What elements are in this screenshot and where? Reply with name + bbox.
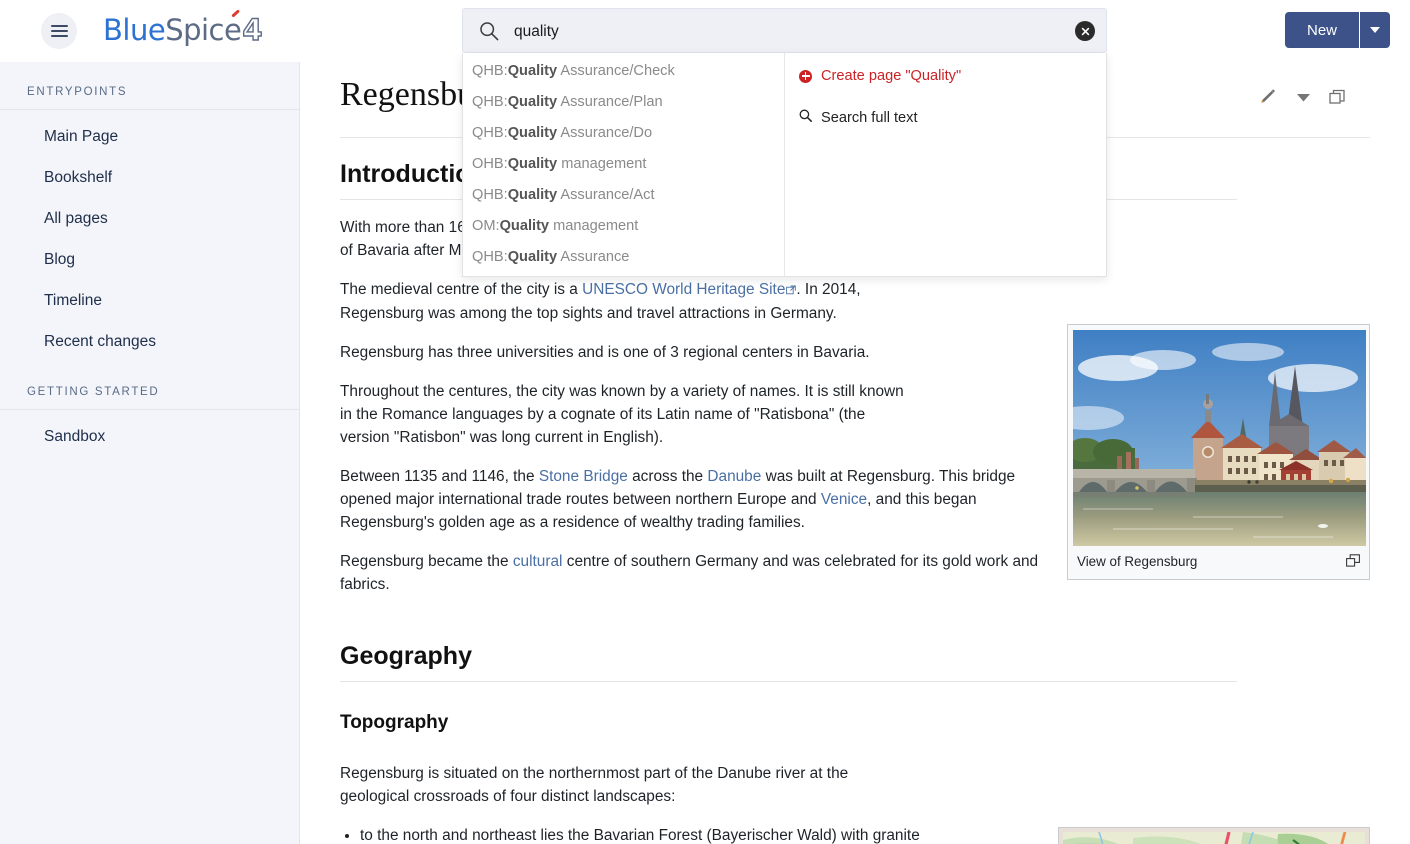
enlarge-icon[interactable] [1346,554,1360,571]
heading-topography: Topography [340,712,449,733]
sidebar-item-timeline[interactable]: Timeline [0,280,299,321]
sidebar: ENTRYPOINTS Main Page Bookshelf All page… [0,62,300,844]
paragraph-intro-4: Throughout the centures, the city was kn… [340,383,904,446]
new-dropdown-button[interactable] [1359,12,1390,48]
sidebar-item-sandbox[interactable]: Sandbox [0,416,299,457]
bluespice-logo[interactable]: BlueSpice 4 [103,9,264,48]
link-venice[interactable]: Venice [821,491,867,508]
sidebar-item-all-pages[interactable]: All pages [0,198,299,239]
search-box[interactable] [462,8,1107,54]
new-button-group[interactable]: New [1284,12,1390,48]
sidebar-item-bookshelf[interactable]: Bookshelf [0,157,299,198]
page-tools [1256,86,1346,108]
link-cultural[interactable]: cultural [513,553,563,570]
search-suggestions-dropdown: QHB:Quality Assurance/Check QHB:Quality … [462,53,1107,277]
new-button[interactable]: New [1284,12,1359,48]
search-icon [479,21,499,41]
suggestion-item[interactable]: QHB:Quality Assurance/Plan [463,87,784,118]
logo-text-spice: Spice [165,9,242,47]
suggestion-item[interactable]: QHB:Quality Assurance/Do [463,118,784,149]
list-item: to the north and northeast lies the Bava… [360,824,932,844]
sidebar-item-recent-changes[interactable]: Recent changes [0,321,299,362]
hamburger-icon [50,22,68,40]
duplicate-icon[interactable] [1329,89,1346,106]
heading-geography: Geography [340,642,1237,682]
link-stone-bridge[interactable]: Stone Bridge [539,468,628,485]
sidebar-item-blog[interactable]: Blog [0,239,299,280]
menu-toggle-button[interactable] [41,13,77,49]
paragraph-intro-6: Regensburg became the cultural centre of… [340,553,1039,593]
map-canvas[interactable]: Regenstauf + − [1063,832,1365,844]
landscapes-list: to the north and northeast lies the Bava… [360,824,932,844]
external-link-icon [786,279,797,302]
sidebar-section-title: ENTRYPOINTS [0,62,299,110]
suggestion-item[interactable]: OM:Quality management [463,211,784,242]
logo-text-four: 4 [242,12,264,47]
create-page-label: Create page "Quality" [821,68,962,84]
image-thumbnail: View of Regensburg [1067,324,1370,580]
sidebar-section-entrypoints: ENTRYPOINTS Main Page Bookshelf All page… [0,62,299,362]
chevron-down-icon [1370,27,1380,33]
search-small-icon [799,108,812,128]
search-area: QHB:Quality Assurance/Check QHB:Quality … [462,8,1107,277]
clear-search-button[interactable] [1075,21,1095,41]
sidebar-section-getting-started: GETTING STARTED Sandbox [0,362,299,457]
map-widget[interactable]: Regenstauf + − [1058,827,1370,844]
sidebar-item-main-page[interactable]: Main Page [0,116,299,157]
edit-pencil-icon[interactable] [1256,86,1278,108]
thumbnail-caption: View of Regensburg [1068,546,1369,579]
paragraph-intro-5: Between 1135 and 1146, the Stone Bridge … [340,468,1016,531]
search-actions: Create page "Quality" Search full text [785,53,1106,276]
paragraph-topography-1: Regensburg is situated on the northernmo… [340,765,849,805]
search-full-text-label: Search full text [821,110,918,126]
search-full-text-action[interactable]: Search full text [785,102,1106,134]
regensburg-photo[interactable] [1073,330,1366,546]
tools-chevron-down-icon[interactable] [1297,93,1310,102]
suggestion-item[interactable]: QHB:Quality Assurance/Act [463,180,784,211]
suggestion-item[interactable]: OHB:Quality management [463,149,784,180]
suggestion-item[interactable]: QHB:Quality Assurance [463,242,784,273]
logo-text-blue: Blue [103,13,166,47]
suggestion-item[interactable]: QHB:Quality Assurance/Check [463,56,784,87]
search-input[interactable] [514,9,1034,54]
paragraph-intro-3: Regensburg has three universities and is… [340,344,870,361]
suggestion-list: QHB:Quality Assurance/Check QHB:Quality … [463,53,785,276]
thumbnail-caption-text: View of Regensburg [1077,554,1198,569]
link-unesco-world-heritage-site[interactable]: UNESCO World Heritage Site [582,281,785,298]
paragraph-intro-2: The medieval centre of the city is a UNE… [340,279,861,322]
sidebar-section-title: GETTING STARTED [0,362,299,410]
link-danube[interactable]: Danube [707,468,761,485]
plus-circle-icon [799,69,812,83]
create-page-action[interactable]: Create page "Quality" [785,60,1106,92]
